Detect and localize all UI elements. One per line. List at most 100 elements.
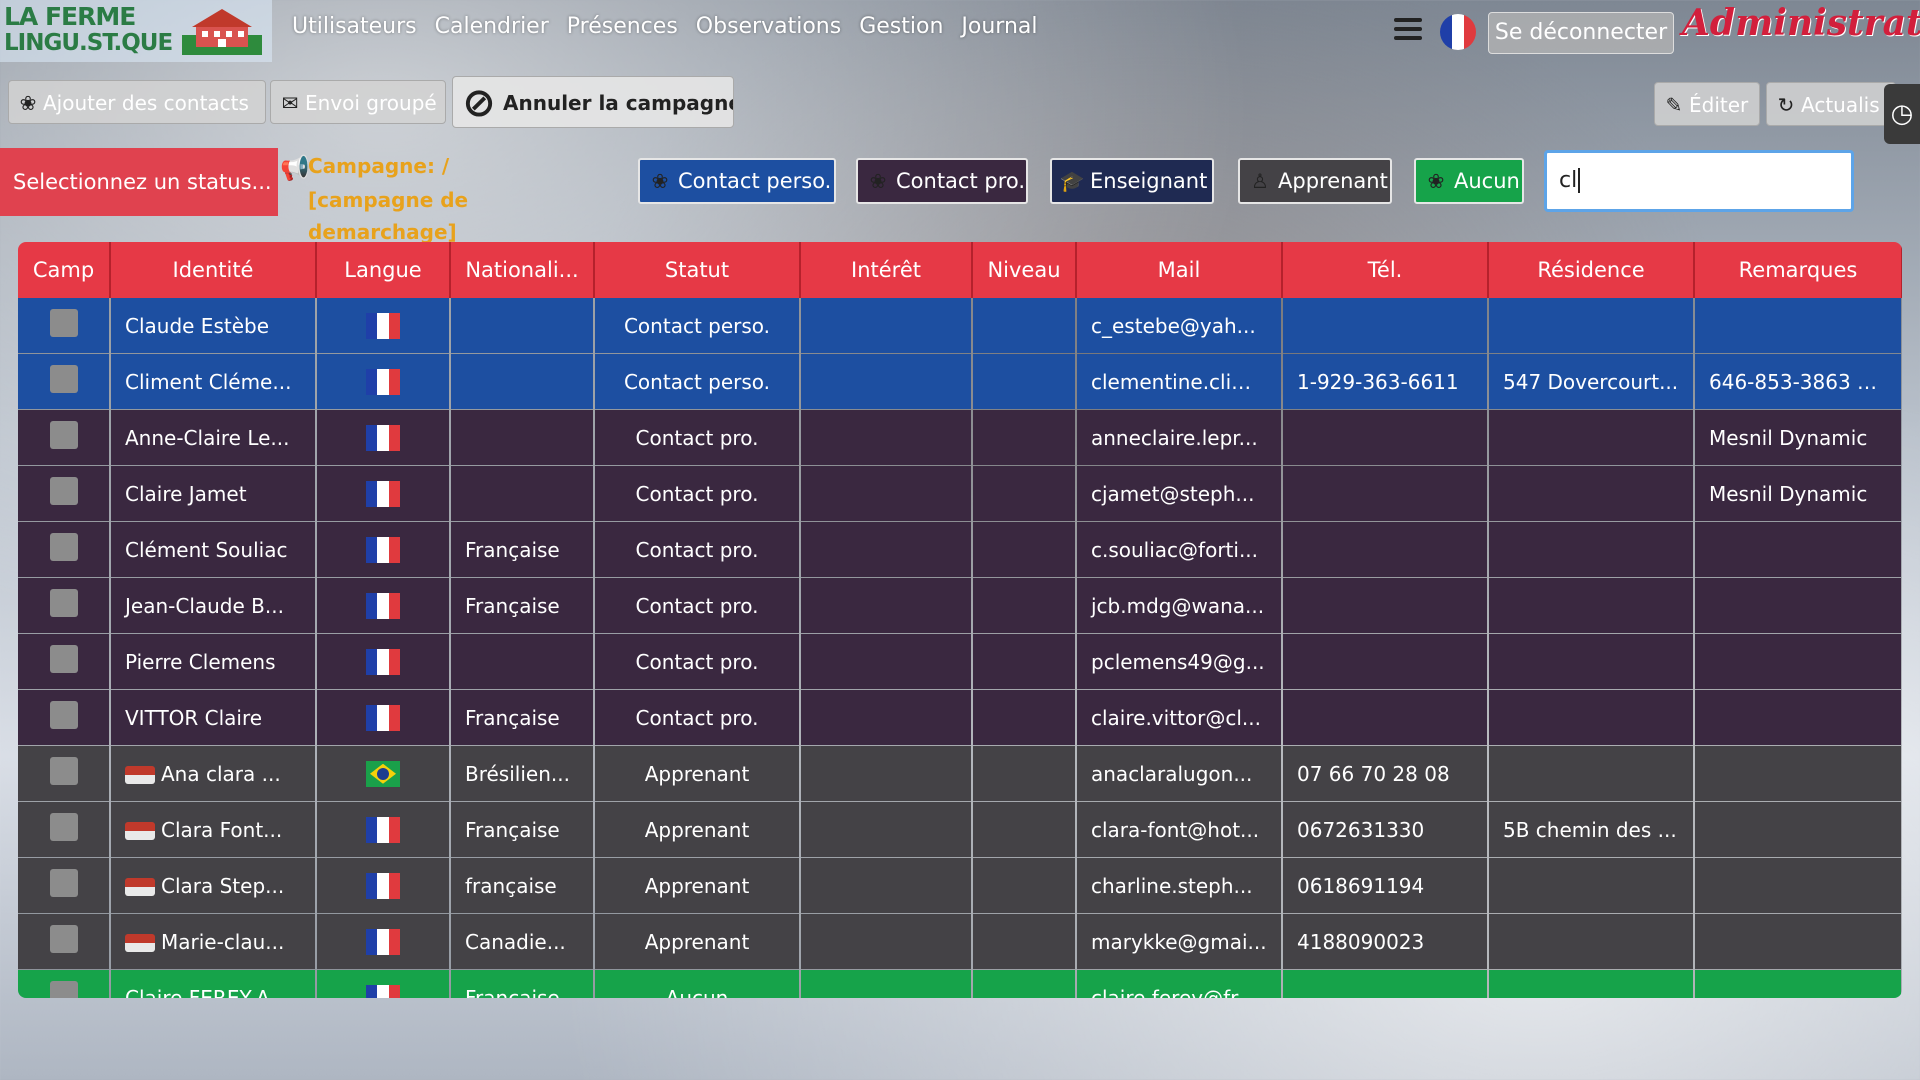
language-flag-icon[interactable] — [1440, 14, 1476, 50]
megaphone-icon: 📢 — [280, 154, 310, 182]
col-camp[interactable]: Camp — [18, 242, 111, 298]
filter-teacher[interactable]: 🎓 Enseignant — [1050, 158, 1214, 204]
language-cell — [316, 689, 451, 746]
identity-cell[interactable]: Anne-Claire Le... — [110, 409, 317, 466]
add-contacts-button[interactable]: ❀ Ajouter des contacts — [8, 80, 266, 124]
brazil-flag-icon — [366, 760, 400, 787]
table-row[interactable]: Clément Souliac Française Contact pro. c.so… — [18, 521, 1902, 578]
col-language[interactable]: Langue — [316, 242, 451, 298]
status-cell: Contact pro. — [594, 577, 801, 634]
filter-learner[interactable]: ♙ Apprenant — [1238, 158, 1392, 204]
phone-cell: 07 66 70 28 08 — [1282, 745, 1489, 802]
filter-contact-pro[interactable]: ❀ Contact pro. — [856, 158, 1028, 204]
table-row[interactable]: Ana clara ... Brésilien... Apprenant anacla… — [18, 745, 1902, 802]
campaign-checkbox[interactable] — [49, 981, 78, 998]
france-flag-icon — [366, 704, 400, 731]
campaign-checkbox[interactable] — [49, 533, 78, 561]
phone-cell — [1282, 521, 1489, 578]
history-icon[interactable]: ◷ — [1884, 84, 1920, 144]
identity-cell[interactable]: VITTOR Claire — [110, 689, 317, 746]
nav-calendar[interactable]: Calendrier — [435, 14, 549, 39]
col-level[interactable]: Niveau — [972, 242, 1077, 298]
identity-cell[interactable]: Clara Step... — [110, 857, 317, 914]
app-logo[interactable]: LA FERME LINGU.ST.QUE — [0, 0, 272, 62]
status-cell: Contact pro. — [594, 465, 801, 522]
filter-none[interactable]: ❀ Aucun — [1414, 158, 1524, 204]
france-flag-icon — [366, 928, 400, 955]
mail-cell: cjamet@steph... — [1076, 465, 1283, 522]
filter-contact-perso[interactable]: ❀ Contact perso. — [638, 158, 836, 204]
campaign-checkbox[interactable] — [49, 813, 78, 841]
table-row[interactable]: VITTOR Claire Française Contact pro. claire… — [18, 689, 1902, 746]
hamburger-menu-icon[interactable] — [1394, 18, 1422, 42]
table-row[interactable]: Jean-Claude B... Française Contact pro. jcb… — [18, 577, 1902, 634]
identity-cell[interactable]: Marie-clau... — [110, 913, 317, 970]
phone-cell — [1282, 577, 1489, 634]
residence-cell — [1488, 745, 1695, 802]
identity-text: Marie-clau... — [161, 929, 285, 954]
level-cell — [972, 577, 1077, 634]
campaign-checkbox[interactable] — [49, 645, 78, 673]
table-row[interactable]: Pierre Clemens Contact pro. pclemens49@g..… — [18, 633, 1902, 690]
campaign-checkbox[interactable] — [49, 869, 78, 897]
identity-cell[interactable]: Jean-Claude B... — [110, 577, 317, 634]
bulk-send-button[interactable]: ✉ Envoi groupé — [270, 80, 446, 124]
remarks-cell — [1694, 633, 1902, 690]
nav-users[interactable]: Utilisateurs — [292, 14, 417, 39]
identity-cell[interactable]: Clara Font... — [110, 801, 317, 858]
language-cell — [316, 745, 451, 802]
table-row[interactable]: Climent Cléme... Contact perso. clementine… — [18, 353, 1902, 410]
table-row[interactable]: Claude Estèbe Contact perso. c_estebe@yah.… — [18, 298, 1902, 354]
col-phone[interactable]: Tél. — [1282, 242, 1489, 298]
identity-cell[interactable]: Climent Cléme... — [110, 353, 317, 410]
mail-cell: claire.ferey@fr... — [1076, 969, 1283, 998]
refresh-button[interactable]: ↻ Actualis — [1766, 82, 1896, 126]
identity-text: Anne-Claire Le... — [125, 425, 290, 450]
campaign-checkbox[interactable] — [49, 477, 78, 505]
campaign-checkbox[interactable] — [49, 701, 78, 729]
campaign-checkbox[interactable] — [49, 421, 78, 449]
filter-none-label: Aucun — [1454, 169, 1520, 193]
campaign-checkbox[interactable] — [49, 365, 78, 393]
nav-observations[interactable]: Observations — [696, 14, 841, 39]
campaign-checkbox[interactable] — [49, 309, 78, 337]
campaign-checkbox[interactable] — [49, 757, 78, 785]
col-mail[interactable]: Mail — [1076, 242, 1283, 298]
col-residence[interactable]: Résidence — [1488, 242, 1695, 298]
nav-journal[interactable]: Journal — [961, 14, 1037, 39]
col-identity[interactable]: Identité — [110, 242, 317, 298]
nav-management[interactable]: Gestion — [859, 14, 943, 39]
language-cell — [316, 409, 451, 466]
residence-cell: 5B chemin des ... — [1488, 801, 1695, 858]
status-select[interactable]: Selectionnez un status... — [0, 148, 278, 216]
col-status[interactable]: Statut — [594, 242, 801, 298]
table-row[interactable]: Clara Step... française Apprenant charline.… — [18, 857, 1902, 914]
identity-cell[interactable]: Claire Jamet — [110, 465, 317, 522]
identity-cell[interactable]: Clément Souliac — [110, 521, 317, 578]
nav-presences[interactable]: Présences — [567, 14, 678, 39]
interest-cell — [800, 969, 973, 998]
identity-cell[interactable]: Claude Estèbe — [110, 298, 317, 354]
table-row[interactable]: Claire Jamet Contact pro. cjamet@steph... M… — [18, 465, 1902, 522]
campaign-checkbox[interactable] — [49, 589, 78, 617]
campaign-checkbox[interactable] — [49, 925, 78, 953]
camp-cell — [18, 465, 111, 522]
cancel-campaign-button[interactable]: ⊘ Annuler la campagne — [452, 76, 734, 128]
identity-cell[interactable]: Claire FEREY-A... — [110, 969, 317, 998]
identity-cell[interactable]: Pierre Clemens — [110, 633, 317, 690]
identity-text: Claude Estèbe — [125, 313, 270, 338]
table-row[interactable]: Claire FEREY-A... Française Aucun claire.fe… — [18, 969, 1902, 998]
col-remarks[interactable]: Remarques — [1694, 242, 1902, 298]
add-contacts-label: Ajouter des contacts — [43, 91, 249, 115]
table-row[interactable]: Marie-clau... Canadie... Apprenant marykke@… — [18, 913, 1902, 970]
table-row[interactable]: Clara Font... Française Apprenant clara-fon… — [18, 801, 1902, 858]
edit-button[interactable]: ✎ Éditer — [1654, 82, 1760, 126]
col-interest[interactable]: Intérêt — [800, 242, 973, 298]
col-nationality[interactable]: Nationali... — [450, 242, 595, 298]
identity-cell[interactable]: Ana clara ... — [110, 745, 317, 802]
residence-cell — [1488, 633, 1695, 690]
search-input[interactable]: cl — [1544, 150, 1854, 212]
logout-button[interactable]: Se déconnecter — [1488, 12, 1674, 54]
table-row[interactable]: Anne-Claire Le... Contact pro. anneclaire.… — [18, 409, 1902, 466]
france-flag-icon — [366, 424, 400, 451]
